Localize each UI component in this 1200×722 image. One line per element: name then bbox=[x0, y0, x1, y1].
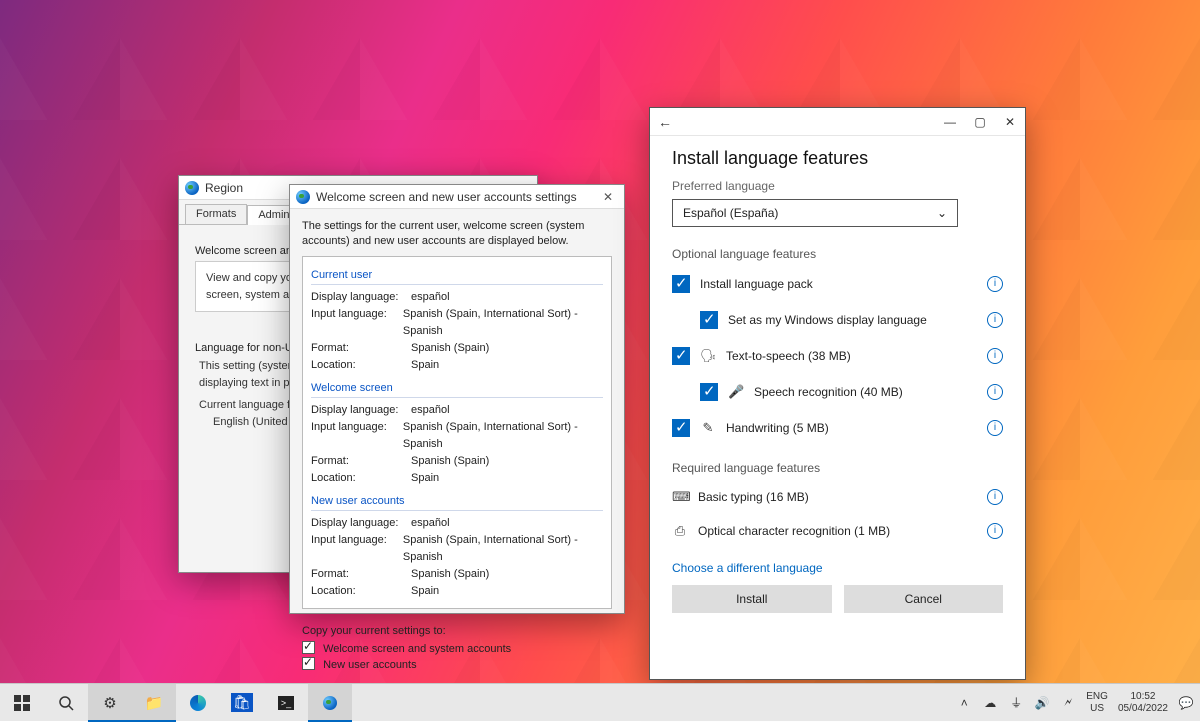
install-language-features-panel: ← — ▢ ✕ Install language features Prefer… bbox=[649, 107, 1026, 680]
checkbox-tts[interactable] bbox=[672, 347, 690, 365]
v-format: Spanish (Spain) bbox=[411, 340, 489, 357]
globe-icon bbox=[185, 181, 199, 195]
taskbar: ⚙ 📁 🛍 >_ ˄ ☁ ⏚ 🔊 🗲 ENG US 10:52 05/04/20… bbox=[0, 683, 1200, 721]
install-button[interactable]: Install bbox=[672, 585, 832, 613]
ilf-title: Install language features bbox=[672, 148, 1003, 169]
back-button[interactable]: ← bbox=[650, 114, 680, 130]
v-input: Spanish (Spain, International Sort) - Sp… bbox=[403, 306, 603, 340]
handwriting-icon: ✎ bbox=[700, 420, 716, 436]
maximize-button[interactable]: ▢ bbox=[965, 115, 995, 129]
required-features-label: Required language features bbox=[672, 461, 1003, 475]
copy-new-label: New user accounts bbox=[323, 659, 417, 671]
cancel-button[interactable]: Cancel bbox=[844, 585, 1004, 613]
choose-different-language-link[interactable]: Choose a different language bbox=[672, 561, 823, 575]
system-tray: ˄ ☁ ⏚ 🔊 🗲 ENG US 10:52 05/04/2022 💬 bbox=[956, 691, 1200, 714]
copy-label: Copy your current settings to: bbox=[302, 625, 612, 637]
language-indicator[interactable]: ENG US bbox=[1086, 691, 1108, 714]
folder-icon: 📁 bbox=[145, 694, 164, 712]
chevron-down-icon: ⌄ bbox=[937, 206, 947, 220]
info-icon[interactable]: i bbox=[987, 312, 1003, 328]
volume-icon[interactable]: 🔊 bbox=[1034, 696, 1050, 710]
checkbox-speech[interactable] bbox=[700, 383, 718, 401]
terminal-icon: >_ bbox=[278, 696, 294, 710]
checkbox-welcome-system[interactable] bbox=[302, 641, 315, 654]
copy-welcome-label: Welcome screen and system accounts bbox=[323, 643, 511, 655]
welcome-settings-dialog: Welcome screen and new user accounts set… bbox=[289, 184, 625, 614]
taskbar-explorer[interactable]: 📁 bbox=[132, 684, 176, 722]
keyboard-icon: ⌨ bbox=[672, 489, 688, 505]
k-location: Location: bbox=[311, 357, 411, 374]
gear-icon: ⚙ bbox=[103, 694, 116, 712]
k-input: Input language: bbox=[311, 306, 403, 340]
settings-listing: Current user Display language:español In… bbox=[302, 256, 612, 610]
search-button[interactable] bbox=[44, 684, 88, 722]
store-icon: 🛍 bbox=[231, 693, 253, 712]
preferred-language-value: Español (España) bbox=[683, 206, 778, 220]
info-icon[interactable]: i bbox=[987, 276, 1003, 292]
feature-set-display: Set as my Windows display language bbox=[728, 313, 977, 327]
preferred-language-label: Preferred language bbox=[672, 179, 1003, 193]
microphone-icon: 🎤 bbox=[728, 384, 744, 400]
taskbar-edge[interactable] bbox=[176, 684, 220, 722]
info-icon[interactable]: i bbox=[987, 523, 1003, 539]
feature-handwriting: Handwriting (5 MB) bbox=[726, 421, 977, 435]
section-newuser: New user accounts bbox=[311, 493, 603, 511]
clock[interactable]: 10:52 05/04/2022 bbox=[1118, 691, 1168, 714]
wsd-description: The settings for the current user, welco… bbox=[302, 219, 612, 250]
feature-language-pack: Install language pack bbox=[700, 277, 977, 291]
battery-icon[interactable]: 🗲 bbox=[1060, 695, 1076, 710]
info-icon[interactable]: i bbox=[987, 420, 1003, 436]
feature-tts: Text-to-speech (38 MB) bbox=[726, 349, 977, 363]
taskbar-intl[interactable] bbox=[308, 684, 352, 722]
network-icon[interactable]: ⏚ bbox=[1008, 694, 1024, 711]
section-current-user: Current user bbox=[311, 267, 603, 285]
info-icon[interactable]: i bbox=[987, 384, 1003, 400]
required-ocr: Optical character recognition (1 MB) bbox=[698, 524, 977, 538]
start-button[interactable] bbox=[0, 684, 44, 722]
feature-speech: Speech recognition (40 MB) bbox=[754, 385, 977, 399]
k-format: Format: bbox=[311, 340, 411, 357]
v-display: español bbox=[411, 289, 450, 306]
v-location: Spain bbox=[411, 357, 439, 374]
globe-icon bbox=[296, 190, 310, 204]
info-icon[interactable]: i bbox=[987, 348, 1003, 364]
tab-formats[interactable]: Formats bbox=[185, 204, 247, 224]
section-welcome: Welcome screen bbox=[311, 380, 603, 398]
onedrive-icon[interactable]: ☁ bbox=[982, 696, 998, 710]
preferred-language-dropdown[interactable]: Español (España) ⌄ bbox=[672, 199, 958, 227]
taskbar-store[interactable]: 🛍 bbox=[220, 684, 264, 722]
required-typing: Basic typing (16 MB) bbox=[698, 490, 977, 504]
minimize-button[interactable]: — bbox=[935, 115, 965, 129]
taskbar-terminal[interactable]: >_ bbox=[264, 684, 308, 722]
k-display: Display language: bbox=[311, 289, 411, 306]
close-icon[interactable]: ✕ bbox=[598, 190, 618, 204]
tray-chevron-icon[interactable]: ˄ bbox=[956, 696, 972, 710]
checkbox-handwriting[interactable] bbox=[672, 419, 690, 437]
optional-features-label: Optional language features bbox=[672, 247, 1003, 261]
checkbox-new-user[interactable] bbox=[302, 657, 315, 670]
info-icon[interactable]: i bbox=[987, 489, 1003, 505]
checkbox-set-display[interactable] bbox=[700, 311, 718, 329]
taskbar-settings[interactable]: ⚙ bbox=[88, 684, 132, 722]
checkbox-language-pack[interactable] bbox=[672, 275, 690, 293]
globe-icon bbox=[323, 696, 337, 710]
close-button[interactable]: ✕ bbox=[995, 115, 1025, 129]
edge-icon bbox=[190, 695, 206, 711]
ocr-icon: ⎙ bbox=[672, 523, 688, 539]
wsd-title: Welcome screen and new user accounts set… bbox=[316, 190, 592, 204]
action-center-icon[interactable]: 💬 bbox=[1178, 696, 1194, 710]
tts-icon: 🗣 bbox=[700, 348, 716, 364]
